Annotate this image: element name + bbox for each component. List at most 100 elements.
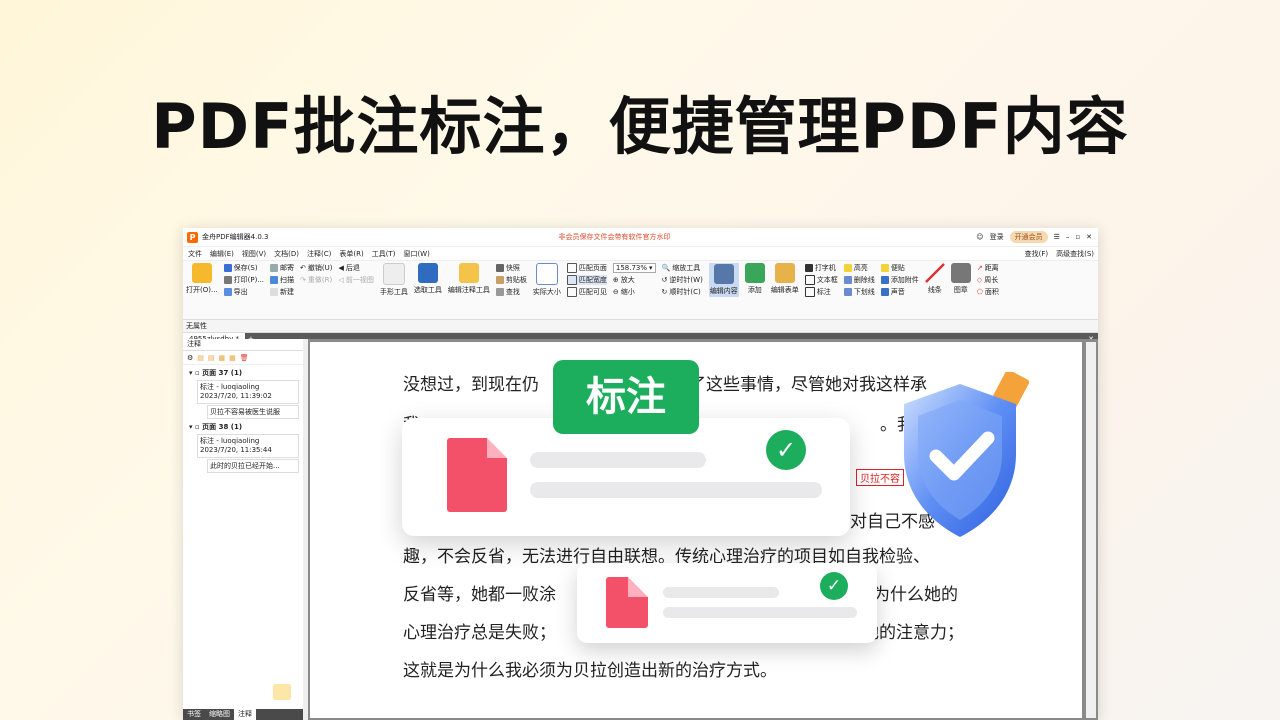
hand-icon bbox=[382, 263, 405, 285]
maximize-icon[interactable]: ▫ bbox=[1075, 233, 1080, 241]
user-icon[interactable]: ☺ bbox=[976, 233, 983, 241]
menu-comment[interactable]: 注释(C) bbox=[307, 249, 331, 259]
perimeter-button[interactable]: ◇ 周长 bbox=[977, 275, 999, 285]
edit-annotation-tool-button[interactable]: 编辑注释工具 bbox=[448, 263, 490, 295]
stamp-button[interactable]: 图章 bbox=[950, 263, 971, 295]
menu-edit[interactable]: 编辑(E) bbox=[210, 249, 234, 259]
rotate-ccw-button[interactable]: ↺ 逆时针(W) bbox=[662, 275, 703, 285]
back-button[interactable]: ◀ 后退 bbox=[338, 263, 373, 273]
search-icon bbox=[495, 288, 504, 296]
page-group-37[interactable]: ▾ ▫ 页面 37 (1) bbox=[183, 368, 305, 378]
new-file-icon bbox=[270, 288, 279, 296]
menu-view[interactable]: 视图(V) bbox=[242, 249, 266, 259]
print-button[interactable]: 打印(P)... bbox=[223, 275, 264, 285]
distance-button[interactable]: ↗ 距离 bbox=[977, 263, 999, 273]
import-icon[interactable]: ▦ bbox=[219, 354, 226, 362]
collapse-icon[interactable]: ▤ bbox=[208, 354, 215, 362]
sticky-note-button[interactable]: 便贴 bbox=[880, 263, 919, 273]
app-logo-icon: P bbox=[187, 231, 198, 243]
clipboard-button[interactable]: 剪贴板 bbox=[495, 275, 527, 285]
scan-button[interactable]: 扫描 bbox=[270, 275, 294, 285]
typewriter-button[interactable]: 打字机 bbox=[804, 263, 838, 273]
pdf-card-large: ✓ bbox=[402, 418, 850, 536]
expand-icon[interactable]: ▤ bbox=[197, 354, 204, 362]
zoom-in-icon: ⊕ bbox=[612, 276, 619, 284]
advanced-find-button[interactable]: 高级查找(S) bbox=[1056, 249, 1094, 259]
add-button[interactable]: 添加 bbox=[744, 263, 765, 295]
delete-icon[interactable]: 🗑 bbox=[240, 354, 249, 362]
login-link[interactable]: 登录 bbox=[990, 232, 1004, 242]
edit-form-icon bbox=[774, 263, 795, 283]
zoom-in-button[interactable]: ⊕ 放大 bbox=[613, 275, 656, 285]
textbox-button[interactable]: 文本框 bbox=[804, 275, 838, 285]
fit-visible-button[interactable]: 匹配可见 bbox=[566, 287, 607, 297]
minimize-icon[interactable]: – bbox=[1066, 233, 1070, 241]
strikethrough-button[interactable]: 删除线 bbox=[843, 275, 875, 285]
vertical-scrollbar[interactable] bbox=[1086, 342, 1096, 718]
vip-button[interactable]: 开通会员 bbox=[1009, 231, 1048, 243]
zoom-out-button[interactable]: ⊖ 缩小 bbox=[613, 287, 656, 297]
page-group-38[interactable]: ▾ ▫ 页面 38 (1) bbox=[183, 422, 305, 432]
shield-check-icon bbox=[904, 372, 1030, 537]
export-button[interactable]: 导出 bbox=[223, 287, 264, 297]
fit-width-icon bbox=[566, 275, 577, 285]
mail-button[interactable]: 邮寄 bbox=[270, 263, 294, 273]
clipboard-icon bbox=[495, 276, 504, 284]
area-button[interactable]: ⬠ 面积 bbox=[977, 287, 999, 297]
settings-icon[interactable]: ⚙ bbox=[187, 354, 193, 362]
actual-size-button[interactable]: 实际大小 bbox=[533, 263, 561, 297]
pdf-file-icon bbox=[606, 577, 648, 628]
select-tool-button[interactable]: 选取工具 bbox=[414, 263, 442, 295]
underline-button[interactable]: 下划线 bbox=[843, 287, 875, 297]
attach-file-button[interactable]: 添加附件 bbox=[880, 275, 919, 285]
close-icon[interactable]: ✕ bbox=[1086, 233, 1092, 241]
menu-tools[interactable]: 工具(T) bbox=[372, 249, 396, 259]
redo-icon: ↷ bbox=[300, 276, 306, 284]
tab-comments[interactable]: 注释 bbox=[234, 709, 256, 720]
annotation-badge: 标注 bbox=[553, 360, 699, 434]
fit-width-button[interactable]: 匹配宽度 bbox=[566, 275, 607, 285]
export-icon[interactable]: ▦ bbox=[229, 354, 236, 362]
menu-document[interactable]: 文档(D) bbox=[274, 249, 299, 259]
find-button[interactable]: 查找(F) bbox=[1025, 249, 1049, 259]
tab-bookmarks[interactable]: 书签 bbox=[183, 709, 205, 720]
highlight-button[interactable]: 高亮 bbox=[843, 263, 875, 273]
save-button[interactable]: 保存(S) bbox=[223, 263, 264, 273]
edit-annotation-icon bbox=[458, 263, 479, 283]
export-icon bbox=[223, 288, 232, 296]
tab-thumbnails[interactable]: 缩略图 bbox=[205, 709, 234, 720]
zoom-tool-button[interactable]: 🔍 缩放工具 bbox=[662, 263, 703, 273]
previous-view-button[interactable]: ◁ 前一视图 bbox=[338, 275, 373, 285]
zoom-select[interactable]: 158.73% ▾ bbox=[612, 263, 656, 273]
comment-item[interactable]: 标注 - luoqiaoling 2023/7/20, 11:39:02 bbox=[197, 380, 299, 404]
camera-icon bbox=[495, 264, 504, 272]
sound-button[interactable]: 声音 bbox=[880, 287, 919, 297]
comments-panel-title: 注释 bbox=[183, 339, 305, 351]
underline-icon bbox=[843, 288, 852, 296]
mail-icon bbox=[270, 264, 279, 272]
search-button[interactable]: 查找 bbox=[495, 287, 527, 297]
placeholder-line bbox=[663, 587, 779, 598]
hand-tool-button[interactable]: 手形工具 bbox=[380, 263, 408, 297]
callout-annotation[interactable]: 贝拉不容 bbox=[856, 469, 904, 486]
lines-button[interactable]: 线条 bbox=[924, 263, 945, 295]
side-tabs: 书签 缩略图 注释 bbox=[183, 709, 305, 720]
comment-text[interactable]: 此时的贝拉已经开始... bbox=[207, 459, 299, 473]
open-button[interactable]: 打开(O)... bbox=[186, 263, 218, 295]
redo-button[interactable]: ↷ 重做(R) bbox=[300, 275, 332, 285]
menu-window[interactable]: 窗口(W) bbox=[403, 249, 429, 259]
edit-content-button[interactable]: 编辑内容 bbox=[708, 263, 739, 297]
rotate-cw-button[interactable]: ↻ 顺时针(C) bbox=[662, 287, 703, 297]
comment-item[interactable]: 标注 - luoqiaoling 2023/7/20, 11:35:44 bbox=[197, 434, 299, 458]
menu-icon[interactable]: ☰ bbox=[1054, 233, 1060, 241]
fit-page-button[interactable]: 匹配页面 bbox=[566, 263, 607, 273]
edit-form-button[interactable]: 编辑表单 bbox=[771, 263, 799, 295]
menu-file[interactable]: 文件 bbox=[188, 249, 202, 259]
undo-button[interactable]: ↶ 撤销(U) bbox=[300, 263, 332, 273]
new-button[interactable]: 新建 bbox=[270, 287, 294, 297]
comment-text[interactable]: 贝拉不容易被医生说服 bbox=[207, 405, 299, 419]
menu-form[interactable]: 表单(R) bbox=[339, 249, 363, 259]
callout-button[interactable]: 标注 bbox=[804, 287, 838, 297]
properties-bar: 无属性 bbox=[183, 320, 1098, 333]
snapshot-button[interactable]: 快照 bbox=[495, 263, 527, 273]
